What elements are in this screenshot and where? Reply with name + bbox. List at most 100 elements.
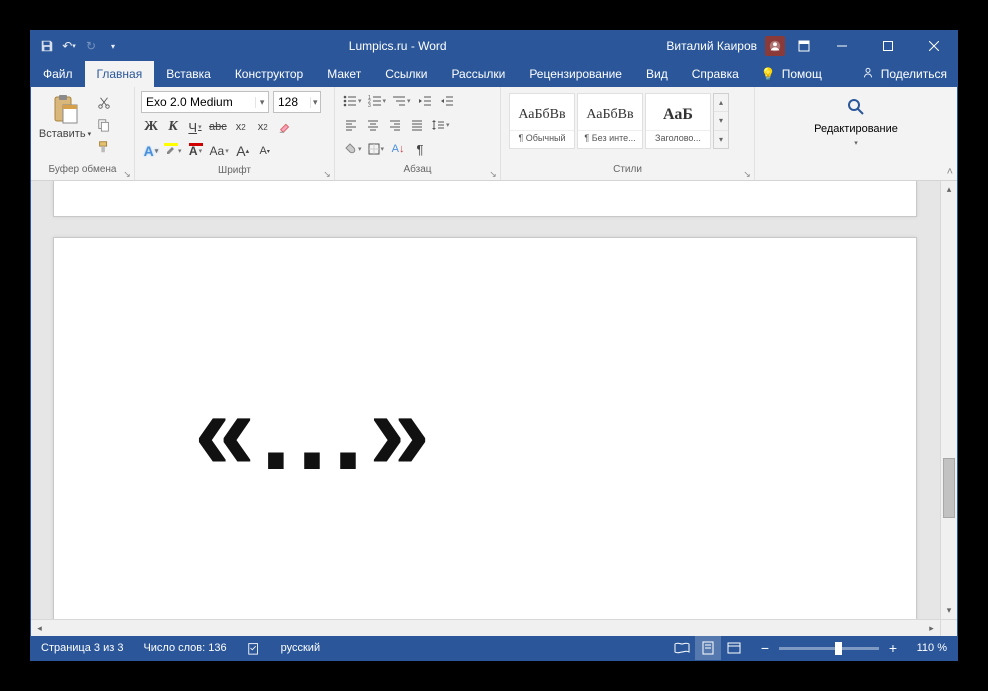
page-previous[interactable]: [53, 181, 917, 217]
tab-view[interactable]: Вид: [634, 61, 680, 87]
tab-home[interactable]: Главная: [85, 61, 155, 87]
svg-text:3: 3: [368, 103, 371, 107]
change-case-button[interactable]: Aa▾: [208, 141, 231, 161]
close-button[interactable]: [911, 31, 957, 61]
tab-file[interactable]: Файл: [31, 61, 85, 87]
tell-me[interactable]: 💡Помощ: [751, 61, 832, 87]
vertical-scrollbar[interactable]: ▴ ▾: [940, 181, 957, 619]
print-layout-icon[interactable]: [695, 636, 721, 660]
clear-formatting-button[interactable]: [275, 117, 295, 137]
zoom-handle[interactable]: [835, 642, 842, 655]
grow-font-button[interactable]: A▴: [233, 141, 253, 161]
read-mode-icon[interactable]: [669, 636, 695, 660]
subscript-button[interactable]: x2: [231, 117, 251, 137]
clipboard-launcher[interactable]: ↘: [122, 169, 132, 179]
shading-button[interactable]: ▾: [341, 139, 364, 159]
status-bar: Страница 3 из 3 Число слов: 136 русский …: [31, 636, 957, 660]
tab-references[interactable]: Ссылки: [373, 61, 439, 87]
maximize-button[interactable]: [865, 31, 911, 61]
scroll-down-icon[interactable]: ▾: [941, 602, 957, 619]
font-color-button[interactable]: A▾: [186, 141, 206, 161]
zoom-slider[interactable]: [779, 647, 879, 650]
styles-launcher[interactable]: ↘: [742, 169, 752, 179]
spell-check-icon[interactable]: [237, 636, 271, 660]
tab-design[interactable]: Конструктор: [223, 61, 315, 87]
collapse-ribbon-icon[interactable]: ˄: [947, 166, 953, 178]
styles-scroll-up[interactable]: ▴: [714, 94, 728, 112]
align-right-button[interactable]: [385, 115, 405, 135]
style-heading1[interactable]: АаБЗаголово...: [645, 93, 711, 149]
minimize-button[interactable]: [819, 31, 865, 61]
font-size-combo[interactable]: ▾: [273, 91, 321, 113]
line-spacing-button[interactable]: ▾: [429, 115, 452, 135]
scroll-corner: [940, 619, 957, 636]
clipboard-group-label: Буфер обмена: [49, 164, 117, 175]
sort-button[interactable]: A↓: [388, 139, 408, 159]
user-name[interactable]: Виталий Каиров: [666, 39, 757, 53]
bold-button[interactable]: Ж: [141, 117, 161, 137]
styles-gallery: АаБбВв¶ Обычный АаБбВв¶ Без инте... АаБЗ…: [509, 93, 729, 149]
find-icon: [844, 95, 868, 119]
decrease-indent-button[interactable]: [415, 91, 435, 111]
format-painter-button[interactable]: [95, 138, 113, 156]
cut-button[interactable]: [95, 94, 113, 112]
tab-review[interactable]: Рецензирование: [517, 61, 634, 87]
shrink-font-button[interactable]: A▾: [255, 141, 275, 161]
share-icon: [861, 66, 875, 83]
scroll-thumb[interactable]: [943, 458, 955, 518]
underline-button[interactable]: Ч▾: [185, 117, 205, 137]
font-launcher[interactable]: ↘: [322, 169, 332, 179]
numbering-button[interactable]: 123▾: [366, 91, 389, 111]
bullets-button[interactable]: ▾: [341, 91, 364, 111]
tab-mailings[interactable]: Рассылки: [439, 61, 517, 87]
title-bar: ↶▾ ↻ ▾ Lumpics.ru - Word Виталий Каиров: [31, 31, 957, 61]
paste-button[interactable]: Вставить▾: [37, 91, 93, 140]
scroll-right-icon[interactable]: ▸: [923, 620, 940, 636]
align-left-button[interactable]: [341, 115, 361, 135]
styles-scroll-down[interactable]: ▾: [714, 112, 728, 130]
document-text[interactable]: «...»: [194, 368, 436, 495]
styles-expand[interactable]: ▾: [714, 131, 728, 148]
align-center-button[interactable]: [363, 115, 383, 135]
italic-button[interactable]: К: [163, 117, 183, 137]
tab-layout[interactable]: Макет: [315, 61, 373, 87]
redo-icon[interactable]: ↻: [83, 38, 99, 54]
page-current[interactable]: «...»: [53, 237, 917, 636]
multilevel-list-button[interactable]: ▾: [390, 91, 413, 111]
justify-button[interactable]: [407, 115, 427, 135]
style-normal[interactable]: АаБбВв¶ Обычный: [509, 93, 575, 149]
page-number[interactable]: Страница 3 из 3: [31, 636, 133, 660]
zoom-in-button[interactable]: +: [885, 640, 901, 656]
copy-button[interactable]: [95, 116, 113, 134]
font-group-label: Шрифт: [218, 165, 251, 176]
zoom-level[interactable]: 110 %: [907, 642, 947, 654]
word-count[interactable]: Число слов: 136: [133, 636, 236, 660]
style-no-spacing[interactable]: АаБбВв¶ Без инте...: [577, 93, 643, 149]
web-layout-icon[interactable]: [721, 636, 747, 660]
increase-indent-button[interactable]: [437, 91, 457, 111]
tab-insert[interactable]: Вставка: [154, 61, 223, 87]
undo-icon[interactable]: ↶▾: [61, 38, 77, 54]
superscript-button[interactable]: x2: [253, 117, 273, 137]
ribbon-tabs: Файл Главная Вставка Конструктор Макет С…: [31, 61, 957, 87]
zoom-out-button[interactable]: −: [757, 640, 773, 656]
ribbon-display-options-icon[interactable]: [789, 31, 819, 61]
styles-group-label: Стили: [613, 164, 642, 175]
user-avatar[interactable]: [765, 36, 785, 56]
language[interactable]: русский: [271, 636, 330, 660]
tab-help[interactable]: Справка: [680, 61, 751, 87]
highlight-button[interactable]: ▾: [163, 141, 184, 161]
show-marks-button[interactable]: ¶: [410, 139, 430, 159]
scroll-left-icon[interactable]: ◂: [31, 620, 48, 636]
paragraph-launcher[interactable]: ↘: [488, 169, 498, 179]
save-icon[interactable]: [39, 38, 55, 54]
editing-button[interactable]: Редактирование ▾: [806, 91, 906, 147]
qat-customize-icon[interactable]: ▾: [105, 38, 121, 54]
borders-button[interactable]: ▾: [366, 139, 387, 159]
scroll-up-icon[interactable]: ▴: [941, 181, 957, 198]
strikethrough-button[interactable]: abc: [207, 117, 229, 137]
horizontal-scrollbar[interactable]: ◂ ▸: [31, 619, 940, 636]
font-name-combo[interactable]: ▾: [141, 91, 269, 113]
share-button[interactable]: Поделиться: [851, 61, 957, 87]
text-effects-button[interactable]: A▾: [141, 141, 161, 161]
